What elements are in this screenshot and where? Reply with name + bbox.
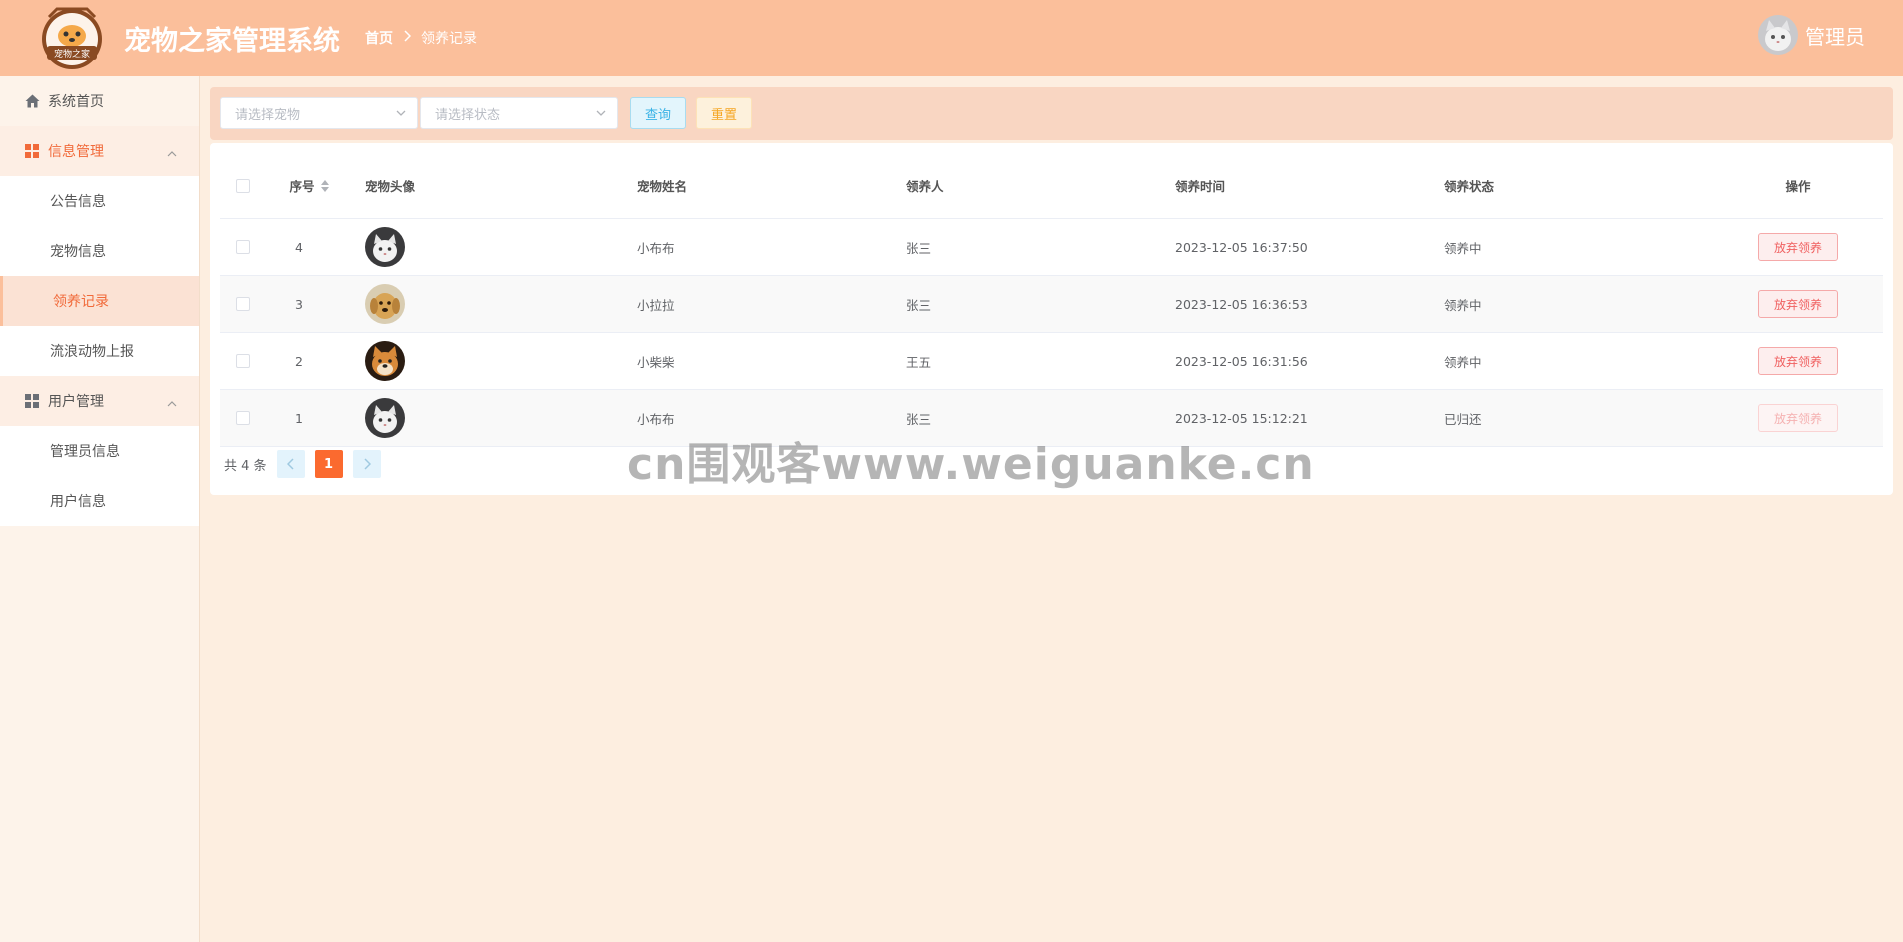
row-index: 4 [295, 239, 303, 255]
row-index: 1 [295, 410, 303, 426]
page-number-current[interactable]: 1 [314, 450, 343, 478]
query-button[interactable]: 查询 [630, 97, 686, 129]
top-header: 宠物之家 宠物之家管理系统 首页 领养记录 管理员 [0, 0, 1903, 76]
header-time: 领养时间 [1175, 179, 1226, 194]
records-table: 序号 宠物头像 宠物姓名 领养人 领养时间 领养状态 操作 4 小布布 张三 2… [220, 153, 1883, 447]
row-pet-name: 小拉拉 [637, 297, 675, 313]
chevron-up-icon [167, 395, 177, 411]
header-name: 宠物姓名 [637, 179, 688, 194]
pet-avatar [365, 341, 405, 381]
row-checkbox[interactable] [236, 297, 250, 311]
row-adopter: 张三 [906, 240, 932, 256]
row-index: 3 [295, 296, 303, 312]
pet-avatar [365, 284, 405, 324]
sidebar-group-label: 用户管理 [48, 394, 104, 410]
give-up-adoption-button[interactable]: 放弃领养 [1758, 347, 1838, 375]
status-select[interactable]: 请选择状态 [420, 97, 618, 129]
search-bar: 请选择宠物 请选择状态 查询 重置 [210, 87, 1893, 140]
sidebar-group-user-management[interactable]: 用户管理 [0, 376, 199, 426]
status-select-placeholder: 请选择状态 [435, 107, 501, 123]
home-icon [24, 93, 40, 109]
header-actions: 操作 [1785, 179, 1811, 194]
sidebar-item-label: 系统首页 [48, 94, 104, 110]
row-status: 已归还 [1444, 411, 1482, 427]
svg-text:宠物之家: 宠物之家 [54, 48, 90, 60]
sidebar-sublist-users: 管理员信息 用户信息 [0, 426, 199, 526]
sidebar-item-user-info[interactable]: 用户信息 [0, 476, 199, 526]
row-index: 2 [295, 353, 303, 369]
row-status: 领养中 [1444, 240, 1482, 256]
table-row: 4 小布布 张三 2023-12-05 16:37:50 领养中 放弃领养 [220, 219, 1883, 276]
pet-avatar [365, 398, 405, 438]
watermark: cn围观客www.weiguanke.cn [627, 439, 1315, 490]
row-adopter: 张三 [906, 297, 932, 313]
chevron-right-icon [403, 30, 412, 46]
header-adopter: 领养人 [906, 179, 944, 194]
breadcrumb: 首页 领养记录 [365, 28, 477, 48]
grid-icon [24, 393, 40, 409]
header-avatar: 宠物头像 [365, 179, 416, 194]
give-up-adoption-button[interactable]: 放弃领养 [1758, 290, 1838, 318]
row-checkbox[interactable] [236, 354, 250, 368]
sidebar-item-home[interactable]: 系统首页 [0, 76, 199, 126]
row-status: 领养中 [1444, 354, 1482, 370]
header-index[interactable]: 序号 [280, 153, 338, 218]
pet-avatar [365, 227, 405, 267]
sidebar-item-admin-info[interactable]: 管理员信息 [0, 426, 199, 476]
pagination: 共 4 条 1 [224, 450, 381, 478]
row-status: 领养中 [1444, 297, 1482, 313]
sidebar-item-adoption-records[interactable]: 领养记录 [0, 276, 199, 326]
pet-select[interactable]: 请选择宠物 [220, 97, 418, 129]
next-page-button[interactable] [352, 450, 381, 478]
chevron-up-icon [167, 145, 177, 161]
sidebar-item-stray-report[interactable]: 流浪动物上报 [0, 326, 199, 376]
sidebar-item-pet-info[interactable]: 宠物信息 [0, 226, 199, 276]
table-row: 3 小拉拉 张三 2023-12-05 16:36:53 领养中 放弃领养 [220, 276, 1883, 333]
row-checkbox[interactable] [236, 240, 250, 254]
row-time: 2023-12-05 16:31:56 [1175, 353, 1308, 369]
breadcrumb-home[interactable]: 首页 [365, 28, 393, 48]
give-up-adoption-button[interactable]: 放弃领养 [1758, 404, 1838, 432]
pet-select-placeholder: 请选择宠物 [235, 107, 301, 123]
header-status: 领养状态 [1444, 179, 1495, 194]
app-title: 宠物之家管理系统 [124, 26, 340, 57]
row-pet-name: 小柴柴 [637, 354, 675, 370]
user-menu[interactable]: 管理员 [1758, 15, 1865, 55]
app-logo: 宠物之家 [35, 5, 110, 71]
row-pet-name: 小布布 [637, 240, 675, 256]
reset-button[interactable]: 重置 [696, 97, 752, 129]
row-time: 2023-12-05 16:36:53 [1175, 296, 1308, 312]
sort-icon[interactable] [320, 179, 329, 192]
sidebar-sublist-info: 公告信息 宠物信息 领养记录 流浪动物上报 [0, 176, 199, 376]
give-up-adoption-button[interactable]: 放弃领养 [1758, 233, 1838, 261]
table-row: 2 小柴柴 王五 2023-12-05 16:31:56 领养中 放弃领养 [220, 333, 1883, 390]
grid-icon [24, 143, 40, 159]
row-checkbox[interactable] [236, 411, 250, 425]
user-avatar[interactable] [1758, 15, 1798, 55]
sidebar: 系统首页 信息管理 公告信息 宠物信息 领养记录 流浪动物上报 用户管理 管理员… [0, 76, 200, 942]
select-all-checkbox[interactable] [236, 178, 250, 193]
prev-page-button[interactable] [276, 450, 305, 478]
breadcrumb-current: 领养记录 [421, 31, 477, 47]
total-count: 共 4 条 [224, 458, 267, 474]
sidebar-item-announcements[interactable]: 公告信息 [0, 176, 199, 226]
row-time: 2023-12-05 16:37:50 [1175, 239, 1308, 255]
chevron-down-icon [595, 107, 607, 123]
user-name[interactable]: 管理员 [1805, 21, 1865, 50]
chevron-down-icon [395, 107, 407, 123]
sidebar-group-label: 信息管理 [48, 144, 104, 160]
sidebar-group-info-management[interactable]: 信息管理 [0, 126, 199, 176]
row-adopter: 王五 [906, 354, 932, 370]
table-header: 序号 宠物头像 宠物姓名 领养人 领养时间 领养状态 操作 [220, 153, 1883, 219]
